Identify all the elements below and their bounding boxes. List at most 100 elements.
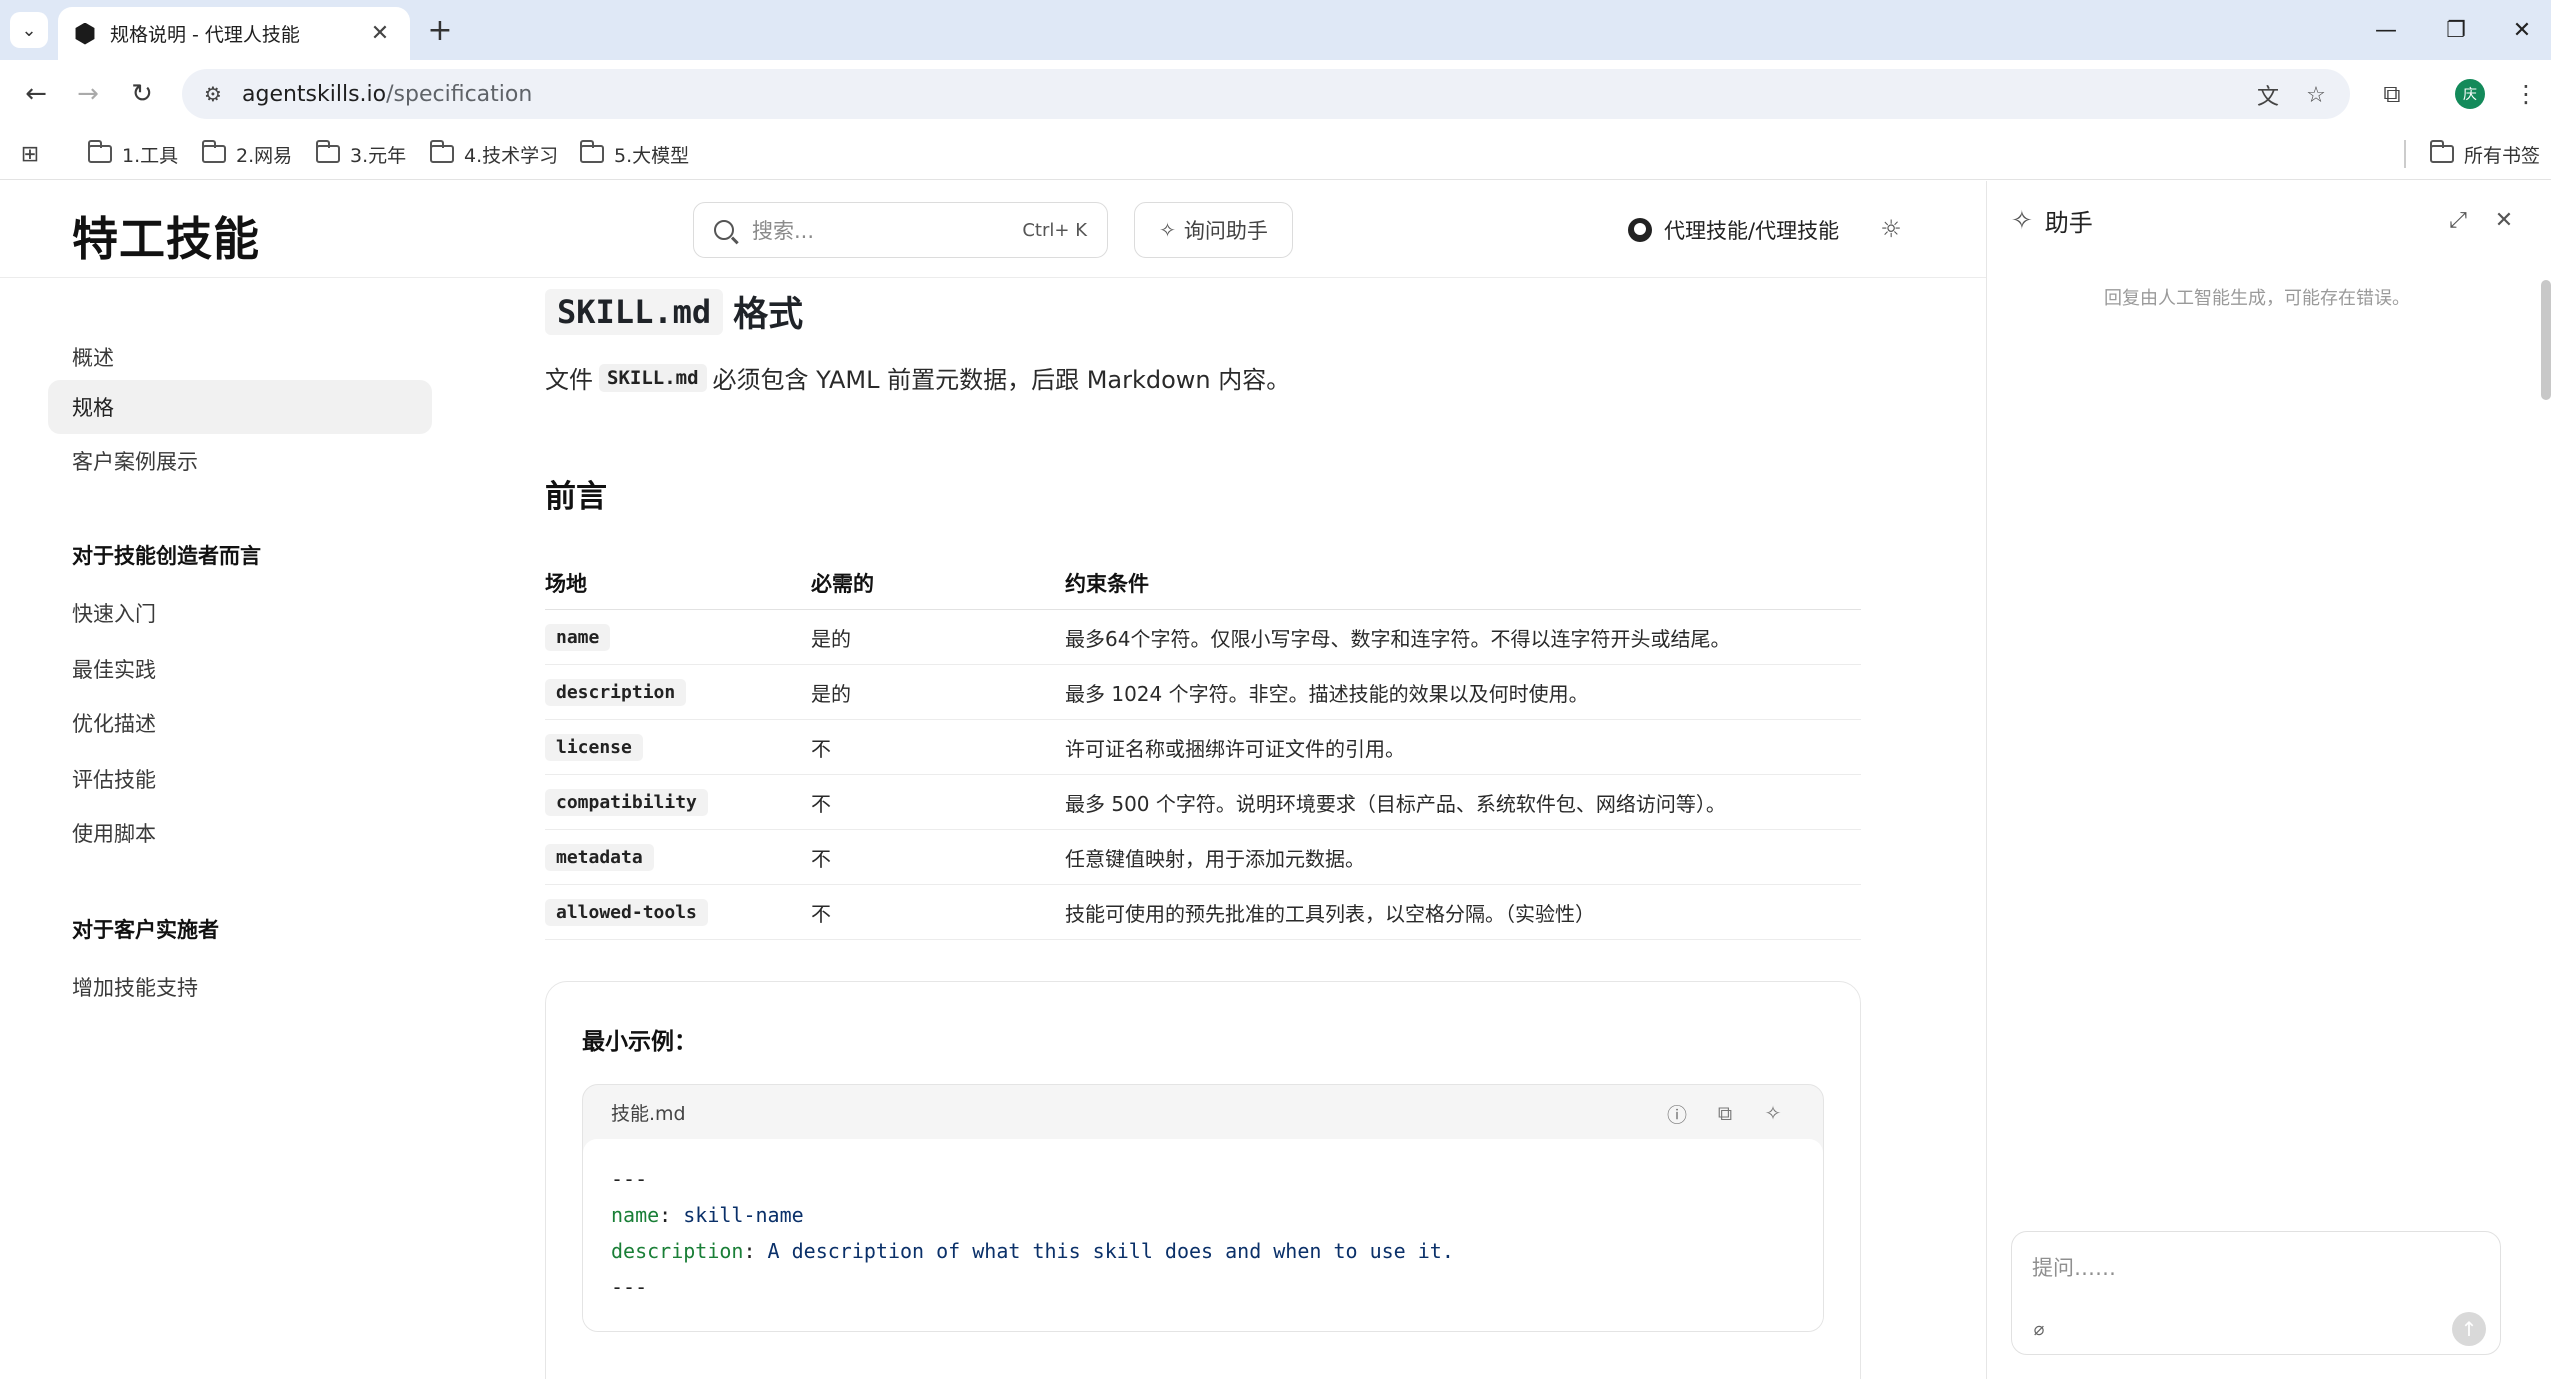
code-block: 技能.md ⓘ ⧉ ✧ --- name: skill-name descrip…: [582, 1084, 1824, 1332]
required-cell: 不: [811, 791, 831, 816]
sidebar-item-specification[interactable]: 规格: [48, 380, 432, 434]
site-favicon-icon: [75, 22, 95, 45]
sidebar-section-creators: 对于技能创造者而言: [72, 544, 261, 568]
field-name-code: metadata: [545, 843, 654, 871]
tab-title: 规格说明 - 代理人技能: [110, 24, 300, 46]
assistant-panel: ✧ 助手 ⤢ ✕ 回复由人工智能生成，可能存在错误。 提问…… ⌀ ↑: [1986, 181, 2551, 1379]
page-scrollbar[interactable]: [2541, 280, 2551, 400]
inline-code: SKILL.md: [599, 363, 707, 392]
table-row: name 是的 最多64个字符。仅限小写字母、数字和连字符。不得以连字符开头或结…: [545, 610, 1861, 665]
table-row: allowed-tools 不 技能可使用的预先批准的工具列表，以空格分隔。（实…: [545, 885, 1861, 940]
field-name-code: allowed-tools: [545, 898, 708, 926]
folder-icon: [87, 140, 112, 163]
bookmarks-bar: ⊞ 1.工具 2.网易 3.元年 4.技术学习 5.大模型 所有书签: [0, 128, 2551, 180]
minimize-icon[interactable]: —: [2356, 8, 2416, 52]
github-icon: [1628, 218, 1652, 242]
assistant-input-placeholder: 提问……: [2032, 1256, 2116, 1280]
table-header-row: 场地 必需的 约束条件: [545, 556, 1861, 610]
site-info-icon[interactable]: ⚙: [200, 81, 226, 107]
sidebar-item-quickstart[interactable]: 快速入门: [48, 586, 432, 640]
bookmark-folder[interactable]: 2.网易: [201, 138, 292, 170]
bookmark-folder[interactable]: 3.元年: [315, 138, 406, 170]
reload-icon[interactable]: ↻: [122, 74, 162, 114]
search-icon: [714, 220, 734, 240]
sidebar-item-optimize-description[interactable]: 优化描述: [48, 696, 432, 750]
code-filename: 技能.md: [611, 1102, 686, 1125]
tab-search-button[interactable]: ⌄: [10, 12, 48, 48]
search-input[interactable]: 搜索... Ctrl+ K: [693, 202, 1108, 258]
code-content[interactable]: --- name: skill-name description: A desc…: [583, 1139, 1823, 1331]
address-bar[interactable]: ⚙ agentskills.io/specification 文 ☆: [182, 69, 2350, 119]
back-arrow-icon[interactable]: ←: [16, 74, 56, 114]
heading-text: 格式: [733, 295, 804, 335]
new-tab-button[interactable]: +: [420, 10, 460, 50]
folder-icon: [579, 140, 604, 163]
docs-sidebar: 概述 规格 客户案例展示 对于技能创造者而言 快速入门 最佳实践 优化描述 评估…: [0, 278, 460, 1379]
theme-toggle-icon[interactable]: ☼: [1876, 214, 1906, 244]
sidebar-item-overview[interactable]: 概述: [48, 330, 432, 384]
required-cell: 是的: [811, 626, 851, 651]
ask-assistant-button[interactable]: ✧ 询问助手: [1134, 202, 1293, 258]
menu-kebab-icon[interactable]: ⋮: [2506, 74, 2546, 114]
translate-icon[interactable]: 文: [2252, 79, 2284, 111]
sparkle-icon[interactable]: ✧: [1759, 1099, 1787, 1127]
sidebar-item-add-skill-support[interactable]: 增加技能支持: [48, 960, 432, 1014]
bookmark-folder[interactable]: 5.大模型: [579, 138, 689, 170]
close-window-icon[interactable]: ✕: [2492, 8, 2551, 52]
assistant-input[interactable]: 提问…… ⌀ ↑: [2011, 1231, 2501, 1355]
column-header: 场地: [545, 571, 587, 596]
example-title: 最小示例：: [582, 1029, 697, 1055]
copy-icon[interactable]: ⧉: [1711, 1099, 1739, 1127]
folder-icon: [2429, 140, 2454, 163]
constraint-cell: 最多64个字符。仅限小写字母、数字和连字符。不得以连字符开头或结尾。: [1065, 626, 1731, 651]
browser-tab-bar: ⌄ 规格说明 - 代理人技能 ✕ + — ❐ ✕: [0, 0, 2551, 60]
search-shortcut: Ctrl+ K: [1022, 219, 1087, 241]
section-heading-format: SKILL.md 格式: [545, 286, 803, 337]
profile-avatar[interactable]: 庆: [2455, 79, 2485, 109]
required-cell: 不: [811, 846, 831, 871]
intro-paragraph: 文件 SKILL.md 必须包含 YAML 前置元数据，后跟 Markdown …: [545, 360, 1290, 395]
site-header: 特工技能 搜索... Ctrl+ K ✧ 询问助手 代理技能/代理技能 ☼: [0, 181, 1986, 278]
constraint-cell: 技能可使用的预先批准的工具列表，以空格分隔。（实验性）: [1065, 901, 1595, 926]
bookmark-folder[interactable]: 1.工具: [87, 138, 178, 170]
constraint-cell: 任意键值映射，用于添加元数据。: [1065, 846, 1365, 871]
url-host: agentskills.io: [242, 81, 387, 107]
folder-icon: [201, 140, 226, 163]
column-header: 约束条件: [1065, 571, 1149, 596]
github-link[interactable]: 代理技能/代理技能: [1628, 215, 1839, 245]
minimal-example-card: 最小示例： 技能.md ⓘ ⧉ ✧ --- name: skill-name d…: [545, 981, 1861, 1379]
browser-tab-active[interactable]: 规格说明 - 代理人技能 ✕: [58, 7, 410, 60]
sidebar-item-best-practices[interactable]: 最佳实践: [48, 642, 432, 696]
apps-grid-icon[interactable]: ⊞: [16, 140, 44, 168]
restore-icon[interactable]: ❐: [2426, 8, 2486, 52]
inline-code: SKILL.md: [545, 288, 724, 335]
section-heading-frontmatter: 前言: [545, 479, 607, 515]
constraint-cell: 最多 500 个字符。说明环境要求（目标产品、系统软件包、网络访问等）。: [1065, 791, 1726, 816]
send-icon[interactable]: ↑: [2452, 1312, 2486, 1346]
sidebar-item-using-scripts[interactable]: 使用脚本: [48, 806, 432, 860]
attach-icon[interactable]: ⌀: [2026, 1316, 2052, 1342]
assistant-disclaimer: 回复由人工智能生成，可能存在错误。: [2104, 288, 2410, 309]
tab-close-icon[interactable]: ✕: [366, 21, 394, 46]
extensions-icon[interactable]: ⧉: [2372, 74, 2412, 114]
sidebar-section-implementers: 对于客户实施者: [72, 918, 219, 942]
required-cell: 不: [811, 901, 831, 926]
url-path: /specification: [386, 81, 533, 107]
browser-toolbar: ← → ↻ ⚙ agentskills.io/specification 文 ☆…: [0, 60, 2551, 128]
folder-icon: [429, 140, 454, 163]
table-row: license 不 许可证名称或捆绑许可证文件的引用。: [545, 720, 1861, 775]
bookmark-star-icon[interactable]: ☆: [2300, 79, 2332, 111]
sparkle-icon: ✧: [2011, 205, 2033, 236]
info-icon[interactable]: ⓘ: [1663, 1099, 1691, 1127]
bookmark-folder[interactable]: 4.技术学习: [429, 138, 558, 170]
close-icon[interactable]: ✕: [2489, 205, 2519, 235]
search-placeholder: 搜索...: [752, 219, 815, 243]
site-logo[interactable]: 特工技能: [72, 203, 260, 269]
table-row: description 是的 最多 1024 个字符。非空。描述技能的效果以及何…: [545, 665, 1861, 720]
sidebar-item-evaluate-skills[interactable]: 评估技能: [48, 752, 432, 806]
forward-arrow-icon[interactable]: →: [68, 74, 108, 114]
field-name-code: compatibility: [545, 788, 708, 816]
all-bookmarks[interactable]: 所有书签: [2429, 138, 2540, 170]
expand-icon[interactable]: ⤢: [2443, 205, 2473, 235]
sidebar-item-showcase[interactable]: 客户案例展示: [48, 434, 432, 488]
